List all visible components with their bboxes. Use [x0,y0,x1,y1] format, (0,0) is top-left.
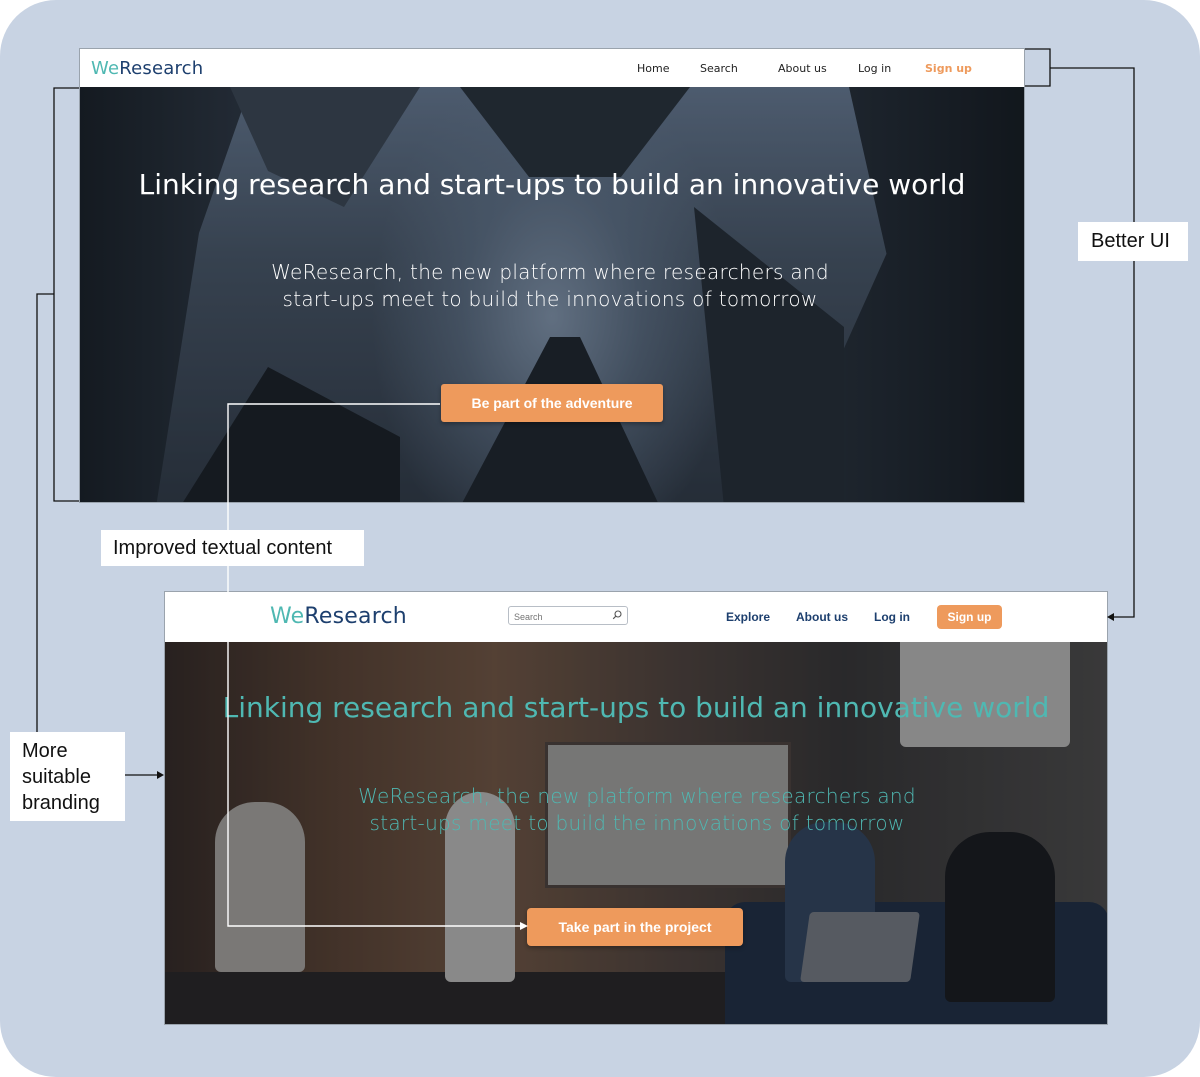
new-nav-explore[interactable]: Explore [726,610,770,624]
old-nav-about[interactable]: About us [778,62,827,75]
old-nav-home[interactable]: Home [637,62,669,75]
old-logo-we: We [91,58,120,79]
branding-line [36,293,54,732]
old-subtitle: WeResearch, the new platform where resea… [271,260,829,311]
old-logo[interactable]: WeResearch [91,58,203,79]
navbar-bracket [1025,48,1051,87]
new-logo[interactable]: WeResearch [270,604,407,629]
new-headline: Linking research and start-ups to build … [222,691,1050,724]
old-nav-search[interactable]: Search [700,62,738,75]
old-headline: Linking research and start-ups to build … [138,168,966,201]
label-branding: More suitable branding [10,732,125,821]
new-cta-button[interactable]: Take part in the project [527,908,743,946]
arrowhead-icon [1107,613,1114,621]
label-improved-text: Improved textual content [101,530,364,566]
new-logo-we: We [270,604,305,629]
label-better-ui: Better UI [1078,222,1188,261]
old-logo-research: Research [119,58,204,79]
old-nav-login[interactable]: Log in [858,62,891,75]
old-nav-signup[interactable]: Sign up [925,62,972,75]
new-nav-about[interactable]: About us [796,610,848,624]
new-signup-button[interactable]: Sign up [937,605,1002,629]
better-ui-line [1050,67,1135,618]
old-hero-image: Linking research and start-ups to build … [80,87,1024,502]
mockup-old: WeResearch Home Search About us Log in S… [79,48,1025,503]
new-nav-login[interactable]: Log in [874,610,910,624]
new-hero-image: Linking research and start-ups to build … [165,642,1107,1024]
old-navbar: WeResearch Home Search About us Log in S… [80,49,1024,87]
comparison-canvas: WeResearch Home Search About us Log in S… [0,0,1200,1077]
mockup-new: WeResearch Explore About us Log in Sign … [164,591,1108,1025]
branding-bracket [53,87,79,502]
search-icon[interactable] [612,610,622,620]
new-logo-research: Research [304,604,407,629]
arrowhead-icon [157,771,164,779]
old-cta-button[interactable]: Be part of the adventure [441,384,663,422]
new-subtitle: WeResearch, the new platform where resea… [358,784,916,835]
new-navbar: WeResearch Explore About us Log in Sign … [165,592,1107,642]
new-search-field[interactable] [508,606,628,626]
search-input[interactable] [509,608,610,626]
